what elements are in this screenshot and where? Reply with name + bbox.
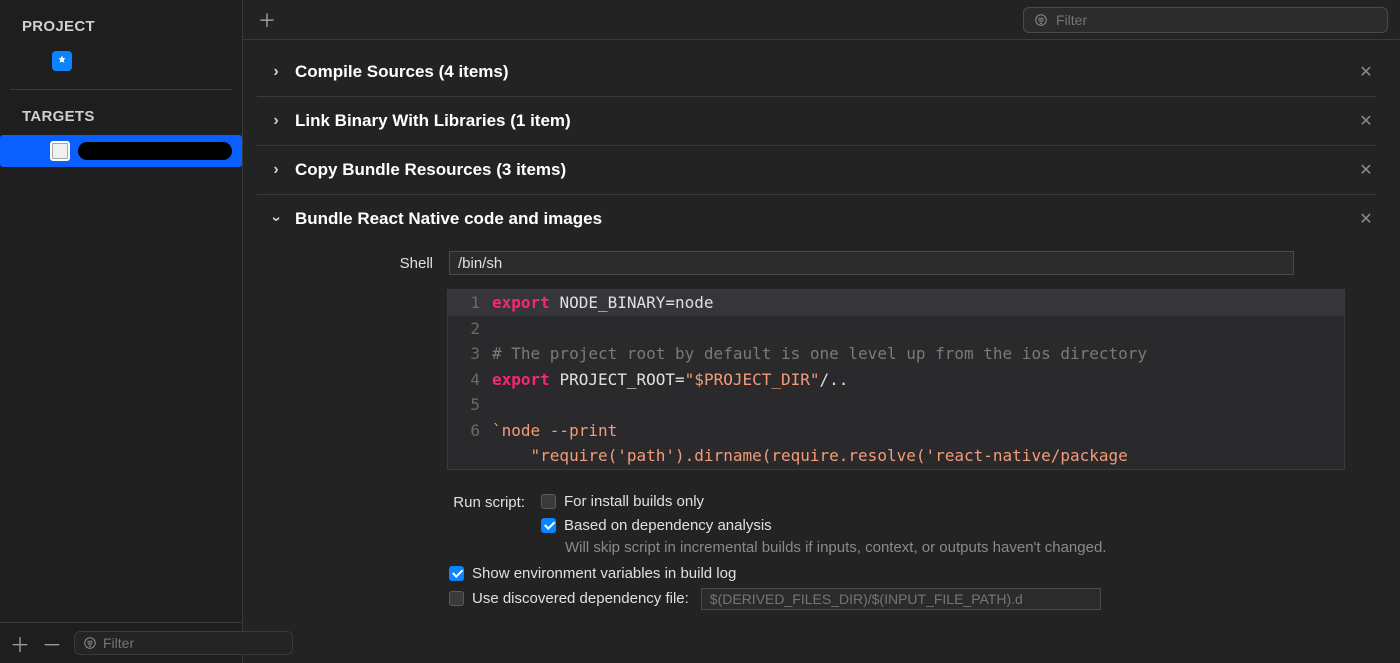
script-options: Run script: For install builds only Base… [269, 490, 1376, 613]
topbar: ＋ [243, 0, 1400, 40]
app-store-icon [52, 51, 72, 71]
run-script-row: Run script: For install builds only [269, 490, 1376, 514]
phase-header[interactable]: › Compile Sources (4 items) ✕ [269, 62, 1376, 82]
sidebar-footer: ＋ － [0, 622, 242, 663]
add-target-button[interactable]: ＋ [10, 632, 30, 654]
use-discovered-row: Use discovered dependency file: [243, 585, 1376, 613]
show-env-checkbox[interactable] [449, 566, 464, 581]
phase-title: Copy Bundle Resources (3 items) [295, 160, 566, 180]
targets-section-label: TARGETS [0, 90, 242, 135]
chevron-right-icon: › [269, 63, 283, 81]
show-env-row: Show environment variables in build log [243, 562, 1376, 585]
shell-label: Shell [269, 255, 437, 272]
remove-target-button[interactable]: － [42, 632, 62, 654]
dependency-analysis-row: Based on dependency analysis [269, 514, 1376, 537]
phase-header[interactable]: › Bundle React Native code and images ✕ [269, 209, 1376, 229]
chevron-down-icon: › [267, 212, 285, 226]
phase-title: Compile Sources (4 items) [295, 62, 509, 82]
target-app-icon [50, 141, 70, 161]
shell-row: Shell [269, 247, 1376, 279]
phase-link-binary: › Link Binary With Libraries (1 item) ✕ [257, 97, 1376, 146]
remove-phase-button[interactable]: ✕ [1356, 160, 1376, 180]
run-script-label: Run script: [269, 493, 529, 511]
use-discovered-checkbox[interactable] [449, 591, 464, 606]
phase-header[interactable]: › Link Binary With Libraries (1 item) ✕ [269, 111, 1376, 131]
sidebar-filter-input[interactable] [103, 635, 284, 651]
discovered-dependency-input[interactable] [701, 588, 1101, 610]
install-only-text: For install builds only [564, 493, 704, 510]
phase-body: Shell 1export NODE_BINARY=node23# The pr… [269, 229, 1376, 613]
script-editor[interactable]: 1export NODE_BINARY=node23# The project … [447, 289, 1345, 470]
phase-copy-bundle-resources: › Copy Bundle Resources (3 items) ✕ [257, 146, 1376, 195]
remove-phase-button[interactable]: ✕ [1356, 111, 1376, 131]
topbar-filter-input[interactable] [1056, 12, 1377, 28]
dependency-analysis-text: Based on dependency analysis [564, 517, 772, 534]
target-row-selected[interactable] [0, 135, 242, 167]
phase-title: Link Binary With Libraries (1 item) [295, 111, 571, 131]
phase-bundle-react-native: › Bundle React Native code and images ✕ … [257, 195, 1376, 627]
project-section-label: PROJECT [0, 0, 242, 45]
target-name-redacted [78, 142, 232, 160]
project-row[interactable] [0, 45, 242, 81]
shell-input[interactable] [449, 251, 1294, 275]
filter-icon [83, 636, 97, 650]
remove-phase-button[interactable]: ✕ [1356, 62, 1376, 82]
show-env-text: Show environment variables in build log [472, 565, 736, 582]
add-phase-button[interactable]: ＋ [255, 8, 279, 32]
dependency-analysis-note: Will skip script in incremental builds i… [269, 537, 1376, 562]
dependency-analysis-checkbox[interactable] [541, 518, 556, 533]
phase-title: Bundle React Native code and images [295, 209, 602, 229]
chevron-right-icon: › [269, 161, 283, 179]
main-pane: ＋ › Compile Sources (4 items) ✕ › Link B… [243, 0, 1400, 663]
remove-phase-button[interactable]: ✕ [1356, 209, 1376, 229]
build-phases-content[interactable]: › Compile Sources (4 items) ✕ › Link Bin… [243, 40, 1400, 663]
chevron-right-icon: › [269, 112, 283, 130]
filter-icon [1034, 13, 1048, 27]
phase-header[interactable]: › Copy Bundle Resources (3 items) ✕ [269, 160, 1376, 180]
sidebar-filter-field[interactable] [74, 631, 293, 655]
use-discovered-text: Use discovered dependency file: [472, 590, 689, 607]
install-only-checkbox[interactable] [541, 494, 556, 509]
topbar-filter-field[interactable] [1023, 7, 1388, 33]
sidebar: PROJECT TARGETS ＋ － [0, 0, 243, 663]
phase-compile-sources: › Compile Sources (4 items) ✕ [257, 48, 1376, 97]
